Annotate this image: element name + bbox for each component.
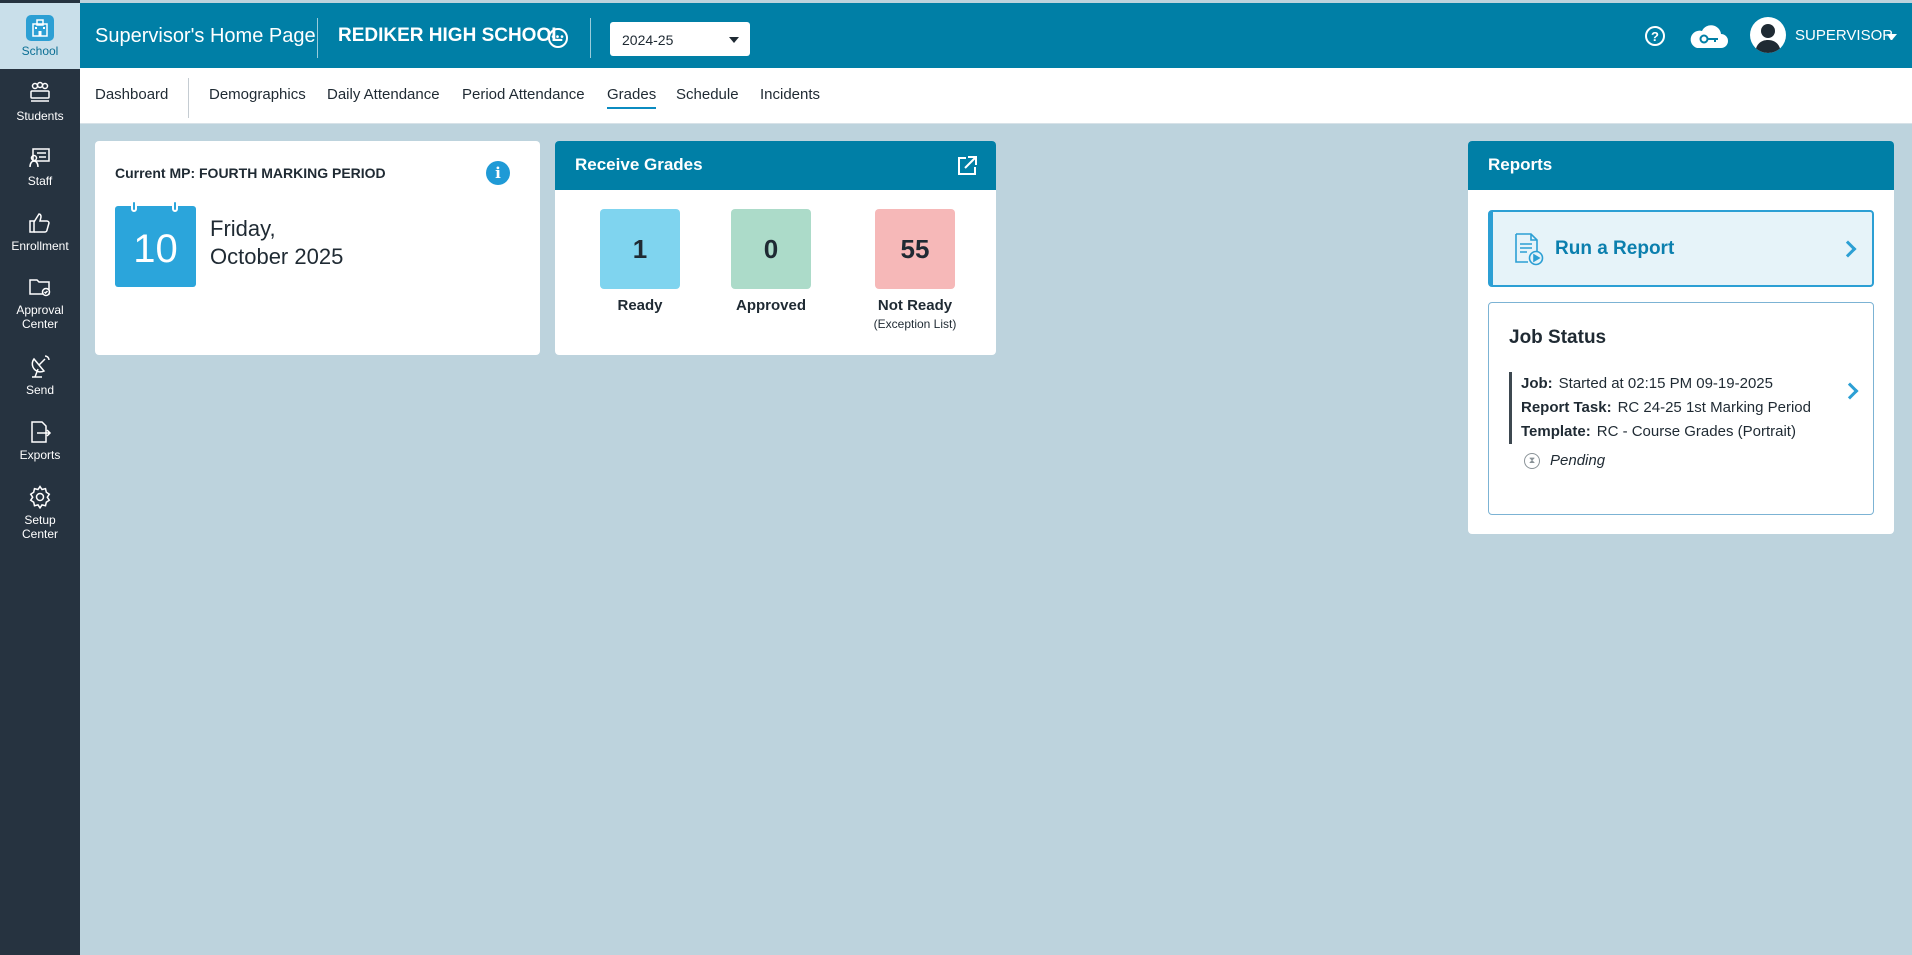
more-options-icon[interactable]: ••• [548, 28, 568, 48]
report-document-icon [1513, 232, 1545, 266]
rail-label-enrollment: Enrollment [11, 239, 69, 253]
school-name: REDIKER HIGH SCHOOL [338, 25, 563, 46]
stat-approved-label: Approved [735, 297, 806, 314]
chevron-right-icon [1841, 382, 1859, 400]
reports-card: Reports Run a Report Job Status Job: Star… [1468, 141, 1894, 534]
gear-icon [27, 484, 53, 510]
help-icon[interactable]: ? [1645, 26, 1665, 46]
stat-not-ready-value: 55 [875, 209, 955, 289]
job-status-text: Pending [1550, 452, 1606, 469]
marking-period-label: Current MP: FOURTH MARKING PERIOD [115, 165, 386, 181]
rail-item-send[interactable]: Send [0, 354, 80, 397]
calendar-day: 10 [133, 227, 178, 271]
receive-grades-title: Receive Grades [575, 155, 703, 174]
stat-ready-value: 1 [600, 209, 680, 289]
receive-grades-card: Receive Grades 1 Ready 0 Approved 55 Not… [555, 141, 996, 355]
school-year-select[interactable]: 2024-25 [610, 22, 750, 56]
stat-ready[interactable]: 1 Ready [599, 209, 681, 314]
stat-not-ready-sublabel: (Exception List) [873, 317, 957, 331]
rail-label-students: Students [16, 109, 64, 123]
rail-item-staff[interactable]: Staff [0, 145, 80, 188]
job-status-title: Job Status [1509, 327, 1607, 348]
rail-label-staff: Staff [27, 174, 53, 188]
tab-daily-attendance[interactable]: Daily Attendance [327, 86, 440, 107]
report-task-line: Report Task: RC 24-25 1st Marking Period [1521, 396, 1811, 420]
rail-item-school[interactable]: School [0, 3, 80, 69]
staff-icon [27, 145, 53, 171]
run-report-label: Run a Report [1555, 238, 1675, 259]
page-title: Supervisor's Home Page [95, 25, 316, 47]
current-date: Friday, October 2025 [210, 215, 343, 271]
rail-label-exports: Exports [19, 448, 61, 462]
school-icon [26, 14, 54, 41]
header-divider [317, 18, 318, 58]
rail-item-students[interactable]: Students [0, 80, 80, 123]
thumbs-up-icon [27, 210, 53, 236]
stat-approved[interactable]: 0 Approved [730, 209, 812, 314]
external-link-icon[interactable] [956, 155, 978, 177]
stat-not-ready-label: Not Ready [877, 297, 953, 314]
rail-item-setup-center[interactable]: Setup Center [0, 484, 80, 541]
calendar-icon: 10 [115, 200, 196, 287]
sub-navigation: Dashboard Demographics Daily Attendance … [80, 68, 1912, 124]
report-task-value: RC 24-25 1st Marking Period [1617, 399, 1811, 416]
top-header: Supervisor's Home Page REDIKER HIGH SCHO… [80, 3, 1912, 68]
send-antenna-icon [27, 354, 53, 380]
approval-folder-icon [27, 274, 53, 300]
job-details: Job: Started at 02:15 PM 09-19-2025 Repor… [1509, 372, 1811, 444]
avatar[interactable] [1750, 17, 1786, 53]
reports-header: Reports [1468, 141, 1894, 190]
hourglass-icon: ⧗ [1524, 452, 1540, 469]
stat-ready-label: Ready [617, 297, 663, 314]
job-line: Job: Started at 02:15 PM 09-19-2025 [1521, 372, 1811, 396]
students-icon [27, 80, 53, 106]
cloud-key-icon[interactable] [1687, 22, 1729, 50]
stat-approved-value: 0 [731, 209, 811, 289]
chevron-down-icon [729, 37, 739, 43]
rail-label-approval-center: Approval Center [16, 303, 64, 331]
school-year-value: 2024-25 [622, 32, 674, 48]
receive-grades-header: Receive Grades [555, 141, 996, 190]
job-status-panel[interactable]: Job Status Job: Started at 02:15 PM 09-19… [1488, 302, 1874, 515]
info-icon[interactable]: i [486, 161, 510, 185]
job-value: Started at 02:15 PM 09-19-2025 [1558, 375, 1773, 392]
rail-item-enrollment[interactable]: Enrollment [0, 210, 80, 253]
chevron-right-icon [1839, 240, 1857, 258]
user-menu-name[interactable]: SUPERVISOR [1795, 27, 1893, 44]
tab-schedule[interactable]: Schedule [676, 86, 739, 107]
calendar-ring [172, 200, 178, 212]
rail-label-school: School [21, 43, 59, 58]
export-file-icon [27, 419, 53, 445]
tab-dashboard[interactable]: Dashboard [95, 86, 168, 107]
header-divider [590, 18, 591, 58]
marking-period-card: Current MP: FOURTH MARKING PERIOD i 10 F… [95, 141, 540, 355]
subnav-divider [188, 78, 189, 118]
tab-period-attendance[interactable]: Period Attendance [462, 86, 585, 107]
template-value: RC - Course Grades (Portrait) [1596, 423, 1796, 440]
tab-grades[interactable]: Grades [607, 86, 657, 109]
left-rail: School Students Staff Enrollment Approva… [0, 0, 80, 955]
rail-label-send: Send [25, 383, 55, 397]
month-year: October 2025 [210, 244, 344, 269]
weekday: Friday, [210, 216, 276, 241]
calendar-ring [131, 200, 137, 212]
template-label: Template: [1521, 423, 1591, 440]
job-status-badge: ⧗ Pending [1524, 452, 1605, 469]
rail-label-setup-center: Setup Center [21, 513, 59, 541]
template-line: Template: RC - Course Grades (Portrait) [1521, 420, 1811, 444]
tab-demographics[interactable]: Demographics [209, 86, 306, 107]
rail-item-approval-center[interactable]: Approval Center [0, 274, 80, 331]
stat-not-ready[interactable]: 55 Not Ready (Exception List) [865, 209, 965, 331]
chevron-down-icon[interactable] [1887, 34, 1897, 40]
tab-incidents[interactable]: Incidents [760, 86, 820, 107]
rail-item-exports[interactable]: Exports [0, 419, 80, 462]
run-report-button[interactable]: Run a Report [1488, 210, 1874, 287]
report-task-label: Report Task: [1521, 399, 1612, 416]
job-label: Job: [1521, 375, 1553, 392]
